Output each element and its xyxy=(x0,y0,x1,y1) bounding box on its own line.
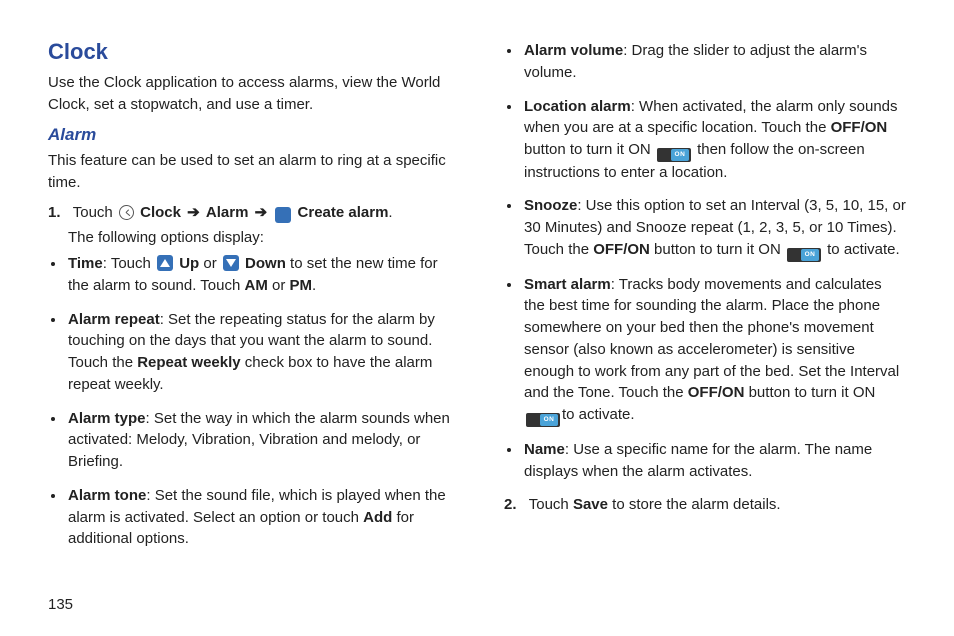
plus-icon: + xyxy=(275,207,291,223)
t: button to turn it ON xyxy=(744,384,875,401)
arrow-icon: ➔ xyxy=(187,204,200,221)
t: . xyxy=(312,277,316,294)
t: to activate. xyxy=(823,241,900,258)
am-label: AM xyxy=(245,277,268,294)
t: or xyxy=(268,277,290,294)
step-1-after: The following options display: xyxy=(68,227,450,249)
bullet-label-type: Alarm type xyxy=(68,410,146,427)
list-item: Name: Use a specific name for the alarm.… xyxy=(522,439,906,483)
list-item: Smart alarm: Tracks body movements and c… xyxy=(522,274,906,427)
t: : Use a specific name for the alarm. The… xyxy=(524,441,872,480)
down-icon xyxy=(223,255,239,271)
step-1-clock-label: Clock xyxy=(140,204,181,221)
add-label: Add xyxy=(363,509,392,526)
step-2-number: 2. xyxy=(504,496,517,513)
step-2-line: 2. Touch Save to store the alarm details… xyxy=(504,494,906,516)
step-1-number: 1. xyxy=(48,204,61,221)
toggle-on-label: ON xyxy=(540,414,558,426)
bullet-label-location: Location alarm xyxy=(524,98,631,115)
t: to activate. xyxy=(562,406,635,423)
step-1-line: 1. Touch Clock ➔ Alarm ➔ + Create alarm. xyxy=(68,202,450,224)
offon-label: OFF/ON xyxy=(688,384,745,401)
column-right: Alarm volume: Drag the slider to adjust … xyxy=(504,36,906,588)
up-icon xyxy=(157,255,173,271)
offon-label: OFF/ON xyxy=(831,119,888,136)
page-number: 135 xyxy=(48,594,906,616)
t: : Tracks body movements and calculates t… xyxy=(524,276,899,402)
t: Touch xyxy=(529,496,573,513)
bullet-label-time: Time xyxy=(68,255,103,272)
options-list-right: Alarm volume: Drag the slider to adjust … xyxy=(522,40,906,482)
down-label: Down xyxy=(245,255,286,272)
alarm-intro: This feature can be used to set an alarm… xyxy=(48,150,450,194)
clock-icon xyxy=(119,205,134,220)
list-item: Alarm volume: Drag the slider to adjust … xyxy=(522,40,906,84)
bullet-label-snooze: Snooze xyxy=(524,197,577,214)
t: to store the alarm details. xyxy=(608,496,781,513)
save-label: Save xyxy=(573,496,608,513)
up-label: Up xyxy=(179,255,199,272)
bullet-label-tone: Alarm tone xyxy=(68,487,146,504)
toggle-on-label: ON xyxy=(671,149,689,161)
toggle-on-icon: ON xyxy=(787,248,821,262)
bullet-label-repeat: Alarm repeat xyxy=(68,311,160,328)
toggle-on-icon: ON xyxy=(657,148,691,162)
step-1-period: . xyxy=(388,204,392,221)
toggle-on-label: ON xyxy=(801,249,819,261)
bullet-label-name: Name xyxy=(524,441,565,458)
list-item: Alarm repeat: Set the repeating status f… xyxy=(66,309,450,396)
page: Clock Use the Clock application to acces… xyxy=(0,0,954,636)
pm-label: PM xyxy=(290,277,313,294)
list-item: Location alarm: When activated, the alar… xyxy=(522,96,906,184)
section-intro: Use the Clock application to access alar… xyxy=(48,72,450,116)
step-1-create-label: Create alarm xyxy=(298,204,389,221)
options-list-left: Time: Touch Up or Down to set the new ti… xyxy=(66,253,450,550)
section-title: Clock xyxy=(48,36,450,68)
t: button to turn it ON xyxy=(524,141,655,158)
bullet-label-volume: Alarm volume xyxy=(524,42,623,59)
t: button to turn it ON xyxy=(650,241,785,258)
column-left: Clock Use the Clock application to acces… xyxy=(48,36,450,588)
step-1-alarm-label: Alarm xyxy=(206,204,249,221)
toggle-on-icon: ON xyxy=(526,413,560,427)
subsection-title-alarm: Alarm xyxy=(48,123,450,148)
t: : Touch xyxy=(103,255,155,272)
list-item: Alarm tone: Set the sound file, which is… xyxy=(66,485,450,550)
columns: Clock Use the Clock application to acces… xyxy=(48,36,906,588)
t: or xyxy=(199,255,221,272)
bullet-label-smart: Smart alarm xyxy=(524,276,611,293)
list-item: Snooze: Use this option to set an Interv… xyxy=(522,195,906,261)
list-item: Time: Touch Up or Down to set the new ti… xyxy=(66,253,450,297)
list-item: Alarm type: Set the way in which the ala… xyxy=(66,408,450,473)
offon-label: OFF/ON xyxy=(593,241,650,258)
step-1-touch: Touch xyxy=(73,204,117,221)
repeat-weekly-label: Repeat weekly xyxy=(137,354,240,371)
